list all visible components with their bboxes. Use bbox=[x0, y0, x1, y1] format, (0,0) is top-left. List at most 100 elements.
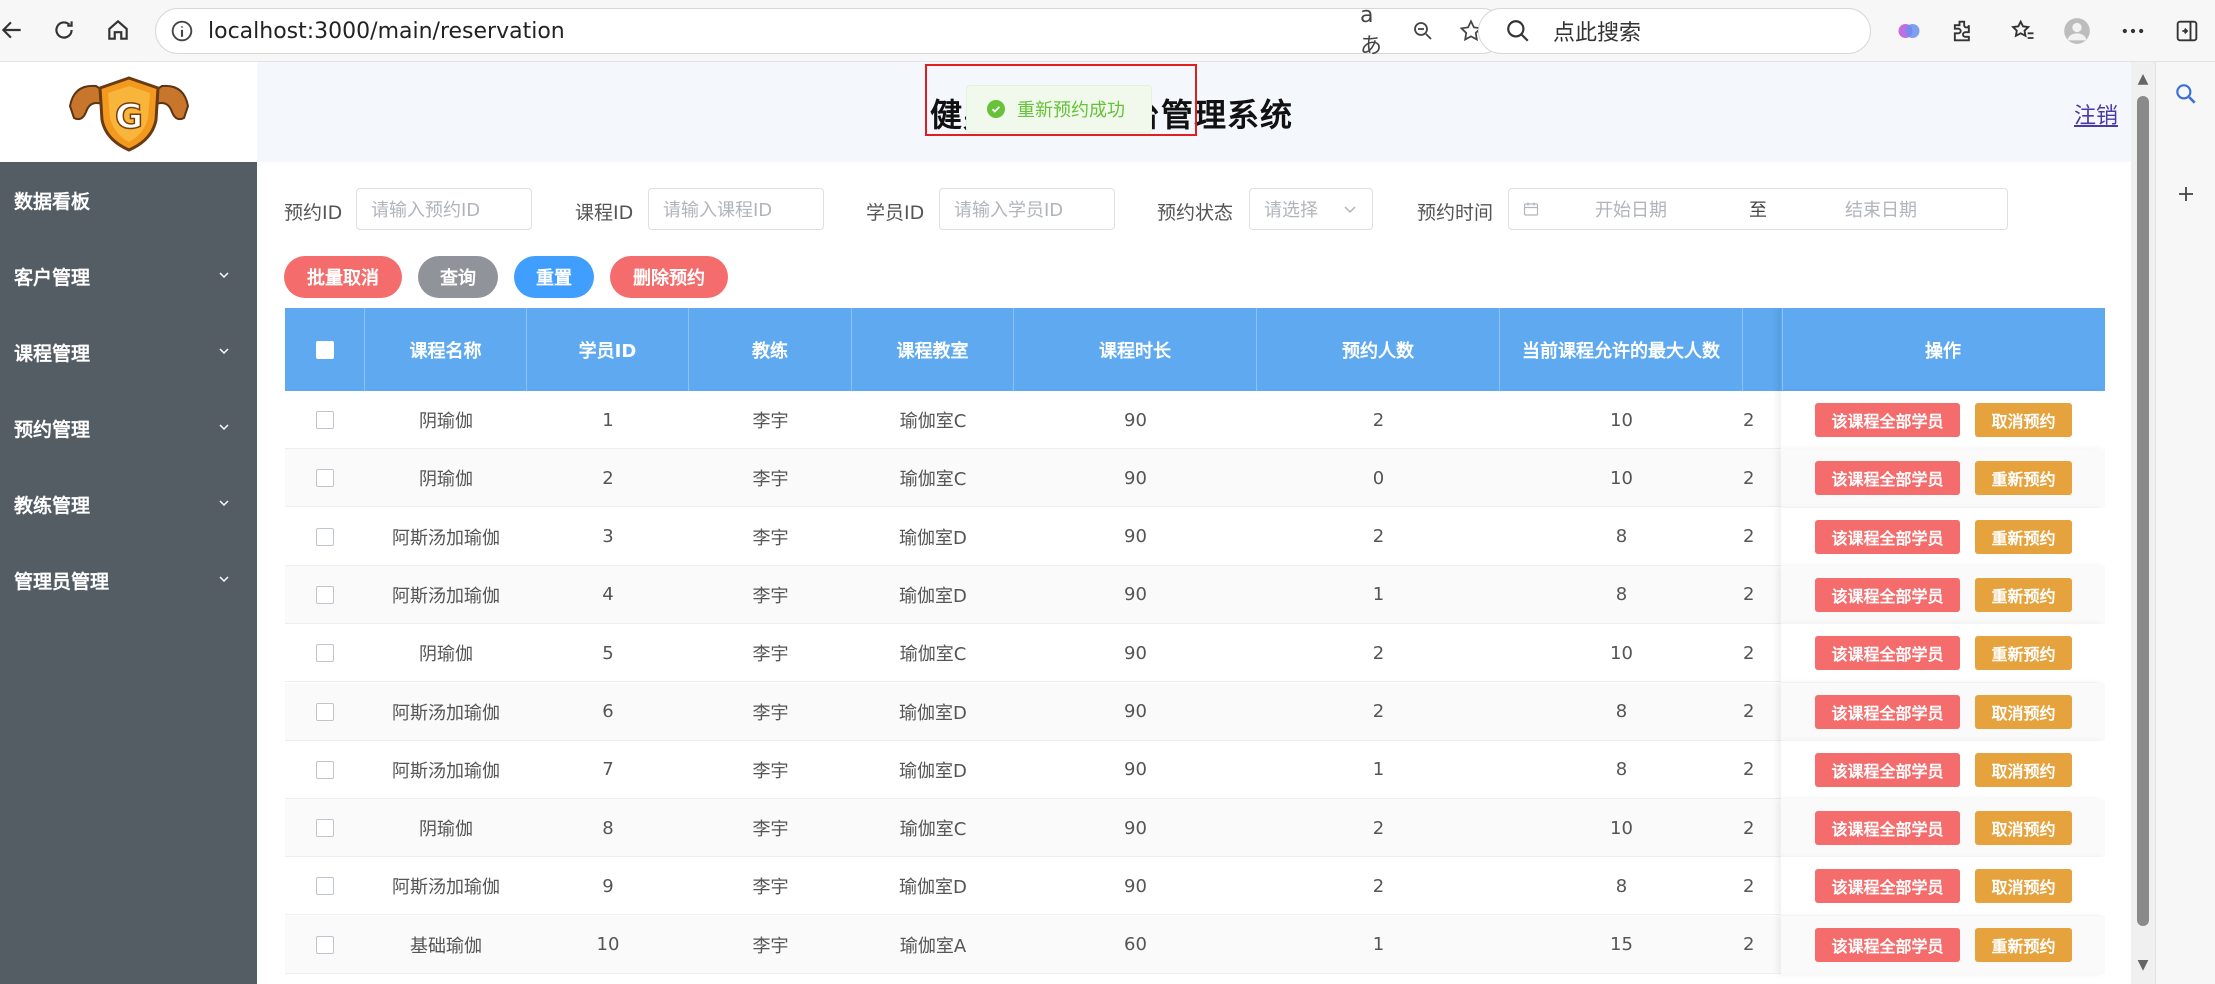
delete-reservation-button[interactable]: 删除预约 bbox=[610, 256, 728, 298]
cancel-reservation-button[interactable]: 取消预约 bbox=[1975, 694, 2072, 729]
sidebar-item-courses[interactable]: 课程管理 bbox=[0, 314, 257, 390]
cancel-reservation-button[interactable]: 取消预约 bbox=[1975, 811, 2072, 846]
cell-reserve-count: 2 bbox=[1372, 817, 1385, 839]
scroll-down-icon[interactable]: ▼ bbox=[2135, 958, 2151, 972]
refresh-icon[interactable] bbox=[44, 10, 84, 50]
re-reserve-button[interactable]: 重新预约 bbox=[1975, 519, 2072, 554]
time-label: 预约时间 bbox=[1417, 202, 1494, 224]
sidebar-item-coaches[interactable]: 教练管理 bbox=[0, 466, 257, 542]
sidebar-toggle-icon[interactable] bbox=[2170, 14, 2204, 48]
sidebar-item-customers[interactable]: 客户管理 bbox=[0, 238, 257, 314]
sidebar-item-admins[interactable]: 管理员管理 bbox=[0, 542, 257, 618]
page-scrollbar[interactable]: ▲ ▼ bbox=[2131, 62, 2155, 984]
browser-search-box[interactable]: 点此搜索 bbox=[1478, 8, 1871, 54]
cell-hidden-column: 2 bbox=[1743, 934, 1755, 956]
cell-hidden-column: 2 bbox=[1743, 526, 1755, 548]
back-icon[interactable] bbox=[0, 10, 32, 50]
row-actions-cell: 该课程全部学员 取消预约 bbox=[1781, 857, 2105, 916]
copilot-icon[interactable] bbox=[1892, 14, 1926, 48]
view-course-students-button[interactable]: 该课程全部学员 bbox=[1815, 811, 1960, 846]
view-course-students-button[interactable]: 该课程全部学员 bbox=[1815, 636, 1960, 671]
address-bar[interactable]: localhost:3000/main/reservation aあ bbox=[155, 3, 1505, 59]
cell-max-count: 10 bbox=[1610, 817, 1633, 839]
row-checkbox[interactable] bbox=[316, 527, 334, 546]
row-checkbox[interactable] bbox=[316, 411, 334, 429]
view-course-students-button[interactable]: 该课程全部学员 bbox=[1815, 403, 1960, 437]
re-reserve-button[interactable]: 重新预约 bbox=[1975, 577, 2072, 612]
reset-button[interactable]: 重置 bbox=[514, 256, 594, 298]
cancel-reservation-button[interactable]: 取消预约 bbox=[1975, 403, 2072, 437]
start-date-placeholder[interactable]: 开始日期 bbox=[1595, 196, 1667, 222]
cell-classroom: 瑜伽室D bbox=[899, 702, 967, 724]
row-actions-cell: 该课程全部学员 重新预约 bbox=[1781, 624, 2105, 683]
sidebar-item-label: 数据看板 bbox=[14, 190, 91, 213]
table-row: 阴瑜伽 1 李宇 瑜伽室C 90 2 10 2 该课程全部学员 取消预约 bbox=[285, 391, 2105, 449]
batch-cancel-button[interactable]: 批量取消 bbox=[284, 256, 402, 298]
row-checkbox-cell bbox=[285, 508, 365, 566]
cell-classroom: 瑜伽室A bbox=[899, 935, 967, 957]
status-select[interactable]: 请选择 bbox=[1249, 188, 1373, 230]
cell-reserve-count: 2 bbox=[1372, 701, 1385, 722]
row-checkbox-cell bbox=[285, 741, 365, 799]
logout-link[interactable]: 注销 bbox=[2074, 98, 2118, 130]
end-date-placeholder[interactable]: 结束日期 bbox=[1845, 196, 1917, 222]
url-text[interactable]: localhost:3000/main/reservation bbox=[208, 19, 1360, 44]
row-checkbox[interactable] bbox=[316, 819, 334, 838]
cell-max-count: 8 bbox=[1615, 759, 1628, 781]
re-reserve-button[interactable]: 重新预约 bbox=[1975, 461, 2072, 496]
view-course-students-button[interactable]: 该课程全部学员 bbox=[1815, 869, 1960, 904]
select-all-checkbox[interactable] bbox=[315, 340, 334, 359]
view-course-students-button[interactable]: 该课程全部学员 bbox=[1815, 519, 1960, 554]
re-reserve-button[interactable]: 重新预约 bbox=[1975, 636, 2072, 671]
row-checkbox[interactable] bbox=[316, 585, 334, 604]
col-reserve-count: 预约人数 bbox=[1257, 308, 1500, 391]
side-search-icon[interactable] bbox=[2170, 78, 2202, 110]
row-checkbox[interactable] bbox=[316, 469, 334, 488]
cell-course-name: 阴瑜伽 bbox=[419, 469, 473, 491]
read-aloud-icon[interactable]: aあ bbox=[1360, 3, 1390, 59]
view-course-students-button[interactable]: 该课程全部学员 bbox=[1815, 752, 1960, 787]
profile-avatar-icon[interactable] bbox=[2060, 14, 2094, 48]
re-reserve-button[interactable]: 重新预约 bbox=[1975, 927, 2072, 962]
reservation-id-placeholder: 请输入预约ID bbox=[371, 200, 481, 221]
row-actions-cell: 该课程全部学员 取消预约 bbox=[1781, 740, 2105, 799]
row-checkbox[interactable] bbox=[316, 760, 334, 779]
row-checkbox[interactable] bbox=[316, 935, 334, 954]
extensions-icon[interactable] bbox=[1946, 14, 1980, 48]
row-checkbox[interactable] bbox=[316, 702, 334, 721]
course-id-input[interactable]: 请输入课程ID bbox=[648, 188, 824, 230]
col-student-id: 学员ID bbox=[527, 308, 689, 391]
cell-course-name: 阿斯汤加瑜伽 bbox=[392, 877, 500, 899]
query-button[interactable]: 查询 bbox=[418, 256, 498, 298]
favorites-icon[interactable] bbox=[2006, 14, 2040, 48]
cell-hidden-column: 2 bbox=[1743, 701, 1755, 722]
sidebar-menu: 数据看板 客户管理 课程管理 预约管理 教练管理 管理员管理 bbox=[0, 162, 257, 984]
row-checkbox[interactable] bbox=[316, 644, 334, 663]
table-header: 课程名称 学员ID 教练 课程教室 课程时长 预约人数 当前课程允许的最大人数 … bbox=[285, 308, 2105, 391]
view-course-students-button[interactable]: 该课程全部学员 bbox=[1815, 577, 1960, 612]
home-icon[interactable] bbox=[98, 10, 138, 50]
site-info-icon[interactable] bbox=[168, 17, 196, 45]
cell-max-count: 10 bbox=[1610, 642, 1633, 664]
cell-duration: 90 bbox=[1124, 759, 1147, 781]
add-icon[interactable] bbox=[2170, 178, 2202, 210]
view-course-students-button[interactable]: 该课程全部学员 bbox=[1815, 461, 1960, 496]
chevron-down-icon bbox=[219, 348, 229, 355]
scroll-up-icon[interactable]: ▲ bbox=[2135, 72, 2151, 86]
sidebar-item-dashboard[interactable]: 数据看板 bbox=[0, 162, 257, 238]
sidebar-item-reservations[interactable]: 预约管理 bbox=[0, 390, 257, 466]
cell-student-id: 5 bbox=[602, 642, 614, 664]
zoom-icon[interactable] bbox=[1408, 16, 1438, 46]
reservation-id-input[interactable]: 请输入预约ID bbox=[356, 188, 532, 230]
scrollbar-thumb[interactable] bbox=[2137, 96, 2149, 926]
more-menu-icon[interactable] bbox=[2116, 14, 2150, 48]
view-course-students-button[interactable]: 该课程全部学员 bbox=[1815, 927, 1960, 962]
row-checkbox[interactable] bbox=[316, 877, 334, 896]
cancel-reservation-button[interactable]: 取消预约 bbox=[1975, 869, 2072, 904]
student-id-input[interactable]: 请输入学员ID bbox=[939, 188, 1115, 230]
date-range-picker[interactable]: 开始日期 至 结束日期 bbox=[1508, 188, 2008, 230]
cell-reserve-count: 0 bbox=[1372, 467, 1385, 489]
view-course-students-button[interactable]: 该课程全部学员 bbox=[1815, 694, 1960, 729]
cancel-reservation-button[interactable]: 取消预约 bbox=[1975, 752, 2072, 787]
cell-course-name: 阿斯汤加瑜伽 bbox=[392, 702, 500, 724]
